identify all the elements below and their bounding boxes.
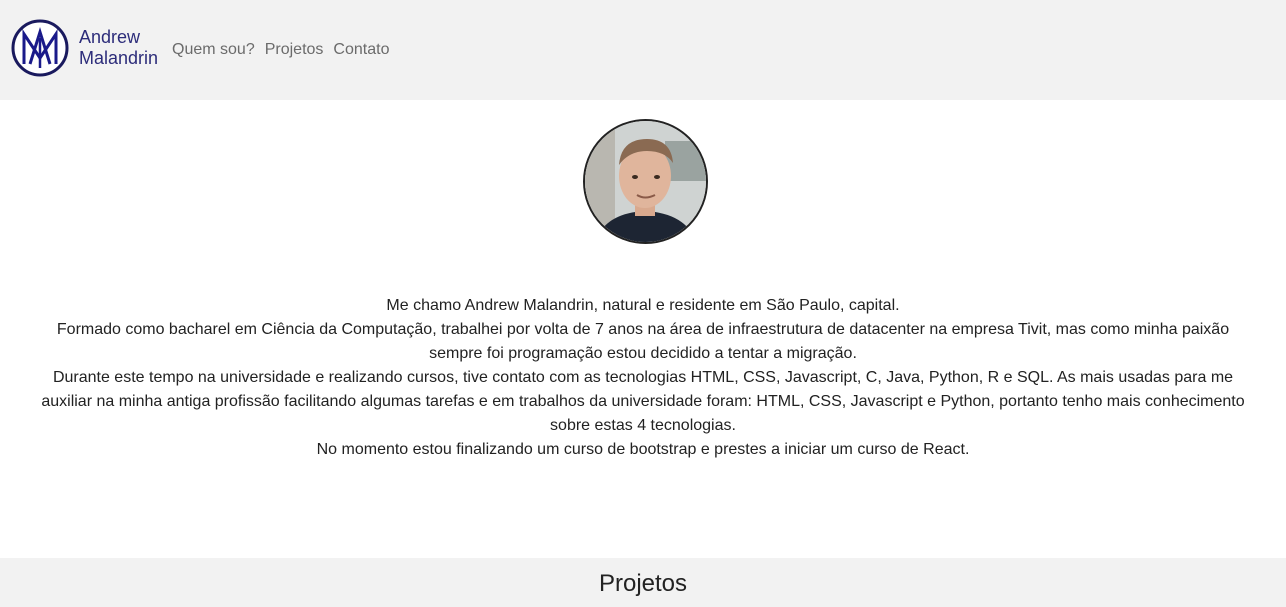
- profile-photo-icon: [585, 121, 706, 242]
- about-paragraph: Formado como bacharel em Ciência da Comp…: [56, 321, 1230, 362]
- avatar: [583, 119, 708, 244]
- about-paragraph: No momento estou finalizando um curso de…: [316, 441, 970, 458]
- about-section: Me chamo Andrew Malandrin, natural e res…: [30, 294, 1256, 462]
- nav-link-projetos[interactable]: Projetos: [265, 41, 324, 59]
- projects-title: Projetos: [598, 570, 688, 597]
- about-paragraph: Durante este tempo na universidade e rea…: [41, 369, 1245, 434]
- brand-name[interactable]: Andrew Malandrin: [79, 27, 158, 69]
- logo-icon[interactable]: [10, 18, 70, 78]
- brand-line-1: Andrew: [79, 27, 141, 47]
- nav-link-contato[interactable]: Contato: [333, 41, 389, 59]
- navbar: Andrew Malandrin Quem sou? Projetos Cont…: [0, 0, 1286, 100]
- brand-line-2: Malandrin: [79, 48, 159, 68]
- projects-section: Projetos: [0, 558, 1286, 607]
- about-paragraph: Me chamo Andrew Malandrin, natural e res…: [386, 297, 900, 314]
- nav-links: Quem sou? Projetos Contato: [172, 41, 389, 59]
- nav-link-quem-sou[interactable]: Quem sou?: [172, 41, 255, 59]
